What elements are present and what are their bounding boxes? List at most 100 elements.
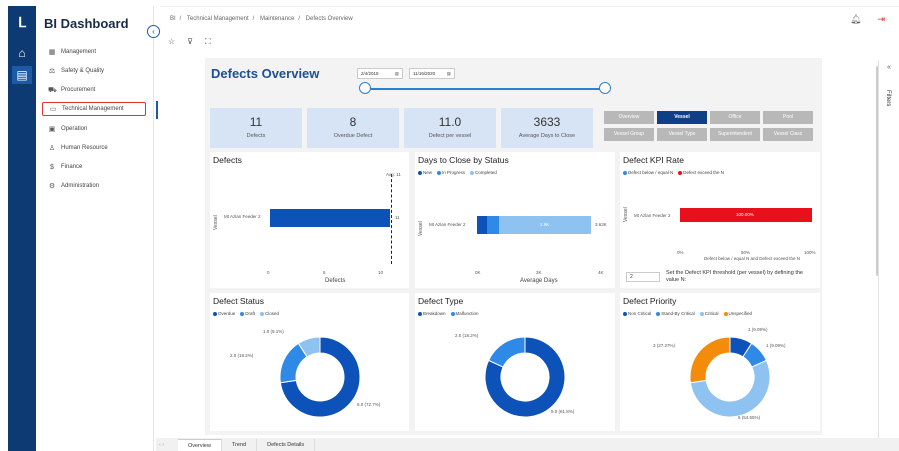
category-label: Mt Azlan Feeder 2 — [634, 213, 671, 218]
chart-legend: New In Progress Completed — [418, 170, 497, 175]
star-icon[interactable]: ☆ — [168, 37, 175, 47]
sidebar-item-safety[interactable]: ⚖ Safety & Quality — [42, 64, 146, 78]
bar-in-progress[interactable] — [487, 216, 499, 234]
date-from-input[interactable]: 2/4/2019 ▦ — [357, 68, 403, 79]
tab-defects-details[interactable]: Defects Details — [257, 439, 316, 451]
x-tick-label: 100% — [804, 250, 816, 255]
legend-label: Overdue — [218, 311, 236, 316]
sidebar-item-procurement[interactable]: ⛟ Procurement — [42, 83, 146, 97]
sidebar-item-operation[interactable]: ▣ Operation — [42, 122, 146, 136]
slice-label: 8.0 (72.7%) — [357, 402, 381, 407]
view-pool-button[interactable]: Pool — [763, 111, 813, 124]
breadcrumb: BI / Technical Management / Maintenance / D… — [170, 16, 353, 22]
bell-icon[interactable]: 🔔︎ — [850, 14, 861, 25]
sidebar-item-label: Administration — [61, 183, 100, 189]
x-tick-label: 10 — [378, 270, 384, 275]
view-overview-button[interactable]: Overview — [604, 111, 654, 124]
date-range-slider[interactable] — [365, 88, 605, 90]
kpi-card-days-close: 3633 Average Days to Close — [501, 108, 593, 148]
x-tick-label: 0% — [677, 250, 684, 255]
sidebar-item-technical-management[interactable]: ▭ Technical Management — [42, 101, 158, 119]
slice-label: 1.0 (9.1%) — [263, 329, 284, 334]
defects-card: Defects Vessel Mt Azlan Feeder 2 11 Avg:… — [210, 152, 409, 288]
bar-new[interactable] — [477, 216, 487, 234]
date-from-value: 2/4/2019 — [361, 71, 379, 76]
top-divider — [160, 6, 899, 7]
defects-bar[interactable] — [270, 209, 390, 227]
kpi-label: Defect per vessel — [428, 133, 472, 139]
filter-reset-icon[interactable]: ⊽ — [187, 37, 193, 47]
page-tabs: ‹ › Overview Trend Defects Details — [156, 439, 316, 451]
donut-slice-malfunction[interactable] — [487, 336, 526, 368]
sidebar-item-label: Procurement — [61, 87, 96, 93]
breadcrumb-item[interactable]: Technical Management — [187, 16, 249, 22]
kpi-value: 11.0 — [438, 115, 462, 129]
threshold-input[interactable]: 2 — [626, 272, 660, 282]
filters-pane[interactable]: « Filters — [878, 60, 898, 440]
kpi-value: 3633 — [533, 115, 561, 129]
tab-trend[interactable]: Trend — [222, 439, 258, 451]
x-tick-label: 2K — [536, 270, 542, 275]
chart-legend: Non Critical Stand-By Critical Critical … — [623, 311, 752, 316]
view-vessel-type-button[interactable]: Vessel Type — [657, 128, 707, 141]
view-vessel-class-button[interactable]: Vessel Class — [763, 128, 813, 141]
sidebar-item-human-resource[interactable]: ♙ Human Resource — [42, 141, 146, 155]
sidebar-item-finance[interactable]: $ Finance — [42, 160, 146, 174]
data-label: 2.9K — [540, 222, 550, 227]
legend-label: Unspecified — [728, 311, 753, 316]
x-tick-label: 0 — [267, 270, 270, 275]
sidebar-item-label: Technical Management — [62, 106, 124, 112]
donut-slice-unspecified[interactable] — [689, 336, 731, 384]
view-vessel-button[interactable]: Vessel — [657, 111, 707, 124]
legend-label: New — [423, 170, 433, 175]
kpi-label: Average Days to Close — [518, 133, 576, 139]
slice-label: 9.0 (81.8%) — [551, 409, 575, 414]
legend-item: Critical — [699, 311, 719, 316]
tab-scroll-arrows-icon[interactable]: ‹ › — [156, 439, 178, 451]
data-label: 100.00% — [736, 212, 754, 217]
category-label: Mt Azlan Feeder 2 — [224, 214, 261, 219]
reports-icon[interactable]: ▤ — [12, 66, 32, 84]
legend-item: Completed — [470, 170, 497, 175]
home-icon[interactable]: ⌂ — [12, 44, 32, 62]
chevron-left-icon[interactable]: « — [887, 64, 891, 71]
x-tick-label: 5 — [323, 270, 326, 275]
x-tick-label: 0K — [475, 270, 481, 275]
defect-priority-donut[interactable] — [680, 327, 780, 427]
card-title: Days to Close by Status — [418, 155, 509, 165]
slider-start-handle[interactable] — [359, 82, 371, 94]
view-superintendent-button[interactable]: Superintendent — [710, 128, 760, 141]
chart-legend: Breakdown Malfunction — [418, 311, 479, 316]
legend-item: Defect below / equal N — [623, 170, 673, 175]
fullscreen-icon[interactable]: ⛶ — [205, 37, 211, 47]
chart-legend: Overdue Draft Closed — [213, 311, 279, 316]
slice-label: 2.0 (18.2%) — [230, 353, 254, 358]
sidebar-item-label: Management — [61, 49, 97, 55]
view-vessel-group-button[interactable]: Vessel Group — [604, 128, 654, 141]
legend-item: Closed — [260, 311, 279, 316]
kpi-card-defects: 11 Defects — [210, 108, 302, 148]
date-to-input[interactable]: 11/16/2020 ▦ — [409, 68, 455, 79]
defect-status-card: Defect Status Overdue Draft Closed 1.0 (… — [210, 293, 409, 431]
view-office-button[interactable]: Office — [710, 111, 760, 124]
defect-type-card: Defect Type Breakdown Malfunction 2.0 (1… — [415, 293, 615, 431]
tab-overview[interactable]: Overview — [178, 439, 222, 451]
sidebar-item-management[interactable]: ▦ Management — [42, 45, 146, 59]
legend-label: Completed — [475, 170, 497, 175]
legend-item: New — [418, 170, 432, 175]
slider-end-handle[interactable] — [599, 82, 611, 94]
card-title: Defect Priority — [623, 296, 677, 306]
logout-icon[interactable]: ⇥ — [877, 14, 885, 25]
slice-label: 1 (9.09%) — [766, 343, 786, 348]
breadcrumb-item[interactable]: BI — [170, 16, 176, 22]
slice-label: 3 (27.27%) — [653, 343, 676, 348]
calendar-icon: ▣ — [48, 126, 56, 133]
collapse-sidebar-button[interactable]: ‹ — [147, 25, 160, 38]
legend-label: Stand-By Critical — [661, 311, 695, 316]
kpi-value: 11 — [249, 115, 263, 129]
sidebar-item-administration[interactable]: ⚙ Administration — [42, 179, 146, 193]
legend-label: Malfunction — [455, 311, 479, 316]
defect-status-donut[interactable] — [270, 327, 370, 427]
calendar-icon: ▦ — [446, 71, 451, 76]
breadcrumb-item[interactable]: Maintenance — [260, 16, 294, 22]
